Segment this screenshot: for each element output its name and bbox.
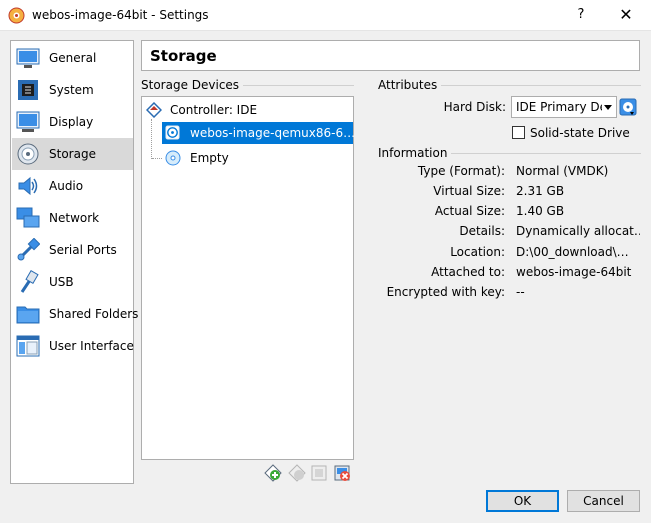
sidebar-item-label: Display (49, 115, 94, 129)
optical-disc-icon (165, 150, 181, 166)
sidebar-item-label: Storage (49, 147, 96, 161)
attached-to-label: Attached to: (431, 265, 505, 279)
close-button[interactable]: ✕ (612, 3, 640, 27)
hard-disk-label: Hard Disk: (443, 100, 506, 114)
serial-ports-icon (17, 238, 40, 261)
sidebar-item-network[interactable]: Network (12, 202, 133, 234)
actual-size-label: Actual Size: (434, 204, 505, 218)
sidebar-item-label: Serial Ports (49, 243, 117, 257)
sidebar-item-audio[interactable]: Audio (12, 170, 133, 202)
help-button[interactable]: ? (568, 3, 594, 27)
ok-button[interactable]: OK (486, 490, 559, 512)
sidebar-item-label: Shared Folders (49, 307, 139, 321)
tree-item-empty[interactable]: Empty (162, 147, 353, 169)
attributes-divider (436, 85, 641, 86)
location-label: Location: (450, 245, 505, 259)
sidebar-item-system[interactable]: System (12, 74, 133, 106)
sidebar-item-shared-folders[interactable]: Shared Folders (12, 298, 138, 330)
sidebar-item-label: User Interface (49, 339, 134, 353)
system-icon (18, 80, 38, 100)
attached-to-value: webos-image-64bit (516, 265, 632, 279)
sidebar-item-label: General (49, 51, 97, 65)
add-controller-icon[interactable] (264, 464, 282, 482)
storage-icon (17, 143, 39, 165)
type-format-label: Type (Format): (417, 164, 505, 178)
display-icon (16, 111, 40, 132)
sidebar-item-serial-ports[interactable]: Serial Ports (12, 234, 133, 266)
tree-connector (152, 158, 162, 159)
sidebar-item-label: USB (49, 275, 74, 289)
location-value: D:\00_download\… (516, 245, 629, 259)
usb-icon (20, 270, 39, 293)
page-title: Storage (150, 47, 217, 65)
sidebar-item-display[interactable]: Display (12, 106, 133, 138)
sidebar-item-label: Audio (49, 179, 84, 193)
audio-icon (18, 176, 38, 196)
ide-controller-icon (146, 102, 162, 118)
remove-controller-icon (288, 464, 306, 482)
window-title: webos-image-64bit - Settings (32, 8, 209, 22)
virtual-size-value: 2.31 GB (516, 184, 565, 198)
tree-item-controller-ide[interactable]: Controller: IDE (144, 99, 352, 121)
sidebar-item-general[interactable]: General (12, 42, 133, 74)
hard-disk-icon (165, 125, 180, 140)
sidebar-item-usb[interactable]: USB (12, 266, 133, 298)
details-value: Dynamically allocat… (516, 224, 640, 238)
information-title: Information (378, 146, 452, 160)
sidebar-item-label: System (49, 83, 94, 97)
hard-disk-select[interactable]: IDE Primary Device 0 (511, 96, 617, 118)
type-format-value: Normal (VMDK) (516, 164, 609, 178)
controller-label: Controller: IDE (170, 103, 258, 117)
information-divider (444, 153, 641, 154)
storage-devices-title: Storage Devices (141, 78, 244, 92)
sidebar-item-user-interface[interactable]: User Interface (12, 330, 134, 362)
attributes-title: Attributes (378, 78, 442, 92)
virtualbox-app-icon (8, 7, 25, 24)
title-bar: webos-image-64bit - Settings ? ✕ (0, 0, 651, 31)
shared-folders-icon (16, 306, 40, 324)
user-interface-icon (16, 335, 40, 357)
virtual-size-label: Virtual Size: (433, 184, 505, 198)
sidebar-item-storage[interactable]: Storage (12, 138, 133, 170)
storage-tree[interactable]: Controller: IDE webos-image-qemux86-6… E… (141, 96, 356, 460)
chevron-down-icon (604, 105, 612, 110)
encrypted-with-key-value: -- (516, 285, 525, 299)
add-attachment-icon (311, 465, 327, 481)
details-label: Details: (459, 224, 505, 238)
cancel-button[interactable]: Cancel (567, 490, 640, 512)
hard-disk-select-value: IDE Primary Device 0 (516, 100, 602, 114)
tree-item-disk[interactable]: webos-image-qemux86-6… (162, 122, 356, 144)
network-icon (16, 207, 40, 228)
sidebar-item-label: Network (49, 211, 100, 225)
choose-disk-icon[interactable] (619, 98, 637, 116)
solid-state-drive-checkbox[interactable] (512, 126, 525, 139)
settings-sidebar: General System Display Storage Audio Net… (10, 40, 138, 484)
storage-devices-divider (238, 85, 354, 86)
encrypted-with-key-label: Encrypted with key: (386, 285, 505, 299)
remove-attachment-icon[interactable] (333, 464, 351, 482)
page-header: Storage (141, 40, 640, 71)
actual-size-value: 1.40 GB (516, 204, 565, 218)
solid-state-drive-label: Solid-state Drive (530, 126, 630, 140)
disk-label: webos-image-qemux86-6… (190, 126, 356, 140)
general-icon (16, 48, 40, 68)
tree-connector (151, 119, 152, 159)
empty-label: Empty (190, 151, 229, 165)
